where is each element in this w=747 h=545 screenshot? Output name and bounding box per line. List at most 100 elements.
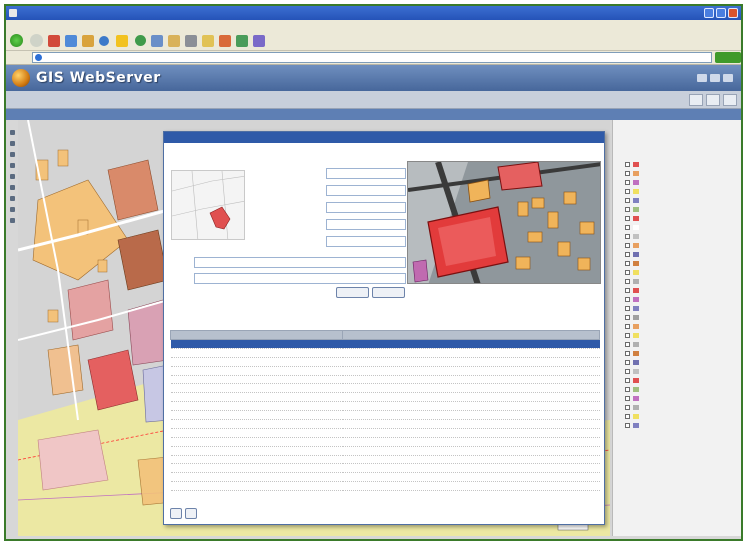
- print-map-icon[interactable]: [9, 196, 15, 201]
- layer-checkbox[interactable]: [625, 297, 630, 302]
- close-dialog-button[interactable]: [185, 508, 197, 519]
- refresh-icon[interactable]: [65, 34, 77, 47]
- print-icon[interactable]: [185, 34, 197, 47]
- field-input-3[interactable]: [326, 202, 406, 213]
- media-icon[interactable]: [135, 35, 146, 46]
- layer-item[interactable]: [625, 394, 741, 403]
- layer-checkbox[interactable]: [625, 387, 630, 392]
- edit-icon[interactable]: [202, 34, 214, 47]
- layer-checkbox[interactable]: [625, 252, 630, 257]
- apply-button[interactable]: [336, 287, 369, 298]
- maximize-button[interactable]: [716, 8, 726, 18]
- back-button[interactable]: [10, 34, 25, 47]
- layer-checkbox[interactable]: [625, 378, 630, 383]
- layer-checkbox[interactable]: [625, 369, 630, 374]
- table-row[interactable]: [170, 419, 600, 429]
- legend-icon[interactable]: [9, 218, 15, 223]
- zoom-out-icon[interactable]: [9, 152, 15, 157]
- select-button[interactable]: [170, 508, 182, 519]
- field-input-5[interactable]: [326, 236, 406, 247]
- table-row[interactable]: [170, 455, 600, 465]
- table-row[interactable]: [170, 401, 600, 412]
- header-button-1[interactable]: [697, 74, 707, 82]
- layer-item[interactable]: [625, 178, 741, 187]
- stop-icon[interactable]: [48, 34, 60, 47]
- history-icon[interactable]: [151, 34, 163, 47]
- table-row[interactable]: [170, 392, 600, 403]
- table-row[interactable]: [170, 348, 600, 358]
- layer-checkbox[interactable]: [625, 207, 630, 212]
- layer-item[interactable]: [625, 160, 741, 169]
- layer-item[interactable]: [625, 403, 741, 412]
- home-icon[interactable]: [82, 34, 94, 47]
- go-button[interactable]: [715, 52, 741, 63]
- zoom-in-icon[interactable]: [9, 141, 15, 146]
- layer-checkbox[interactable]: [625, 261, 630, 266]
- layer-item[interactable]: [625, 295, 741, 304]
- mail-icon[interactable]: [168, 34, 180, 47]
- layer-checkbox[interactable]: [625, 324, 630, 329]
- layer-item[interactable]: [625, 385, 741, 394]
- layer-item[interactable]: [625, 313, 741, 322]
- header-tab-3[interactable]: [723, 94, 737, 106]
- research-icon[interactable]: [253, 34, 265, 47]
- layer-item[interactable]: [625, 331, 741, 340]
- table-row[interactable]: [170, 446, 600, 456]
- layer-item[interactable]: [625, 250, 741, 259]
- layer-item[interactable]: [625, 421, 741, 430]
- name-input[interactable]: [194, 257, 406, 268]
- layer-checkbox[interactable]: [625, 180, 630, 185]
- messenger-icon[interactable]: [236, 34, 248, 47]
- layer-item[interactable]: [625, 205, 741, 214]
- forward-icon[interactable]: [30, 34, 43, 47]
- layer-checkbox[interactable]: [625, 423, 630, 428]
- layers-icon[interactable]: [9, 207, 15, 212]
- layer-checkbox[interactable]: [625, 243, 630, 248]
- layer-item[interactable]: [625, 412, 741, 421]
- header-tab-2[interactable]: [706, 94, 720, 106]
- field-input-4[interactable]: [326, 219, 406, 230]
- type-input[interactable]: [194, 273, 406, 284]
- layer-item[interactable]: [625, 232, 741, 241]
- layer-checkbox[interactable]: [625, 396, 630, 401]
- table-row[interactable]: [170, 472, 600, 483]
- layer-item[interactable]: [625, 358, 741, 367]
- layer-checkbox[interactable]: [625, 216, 630, 221]
- layer-checkbox[interactable]: [625, 198, 630, 203]
- layer-item[interactable]: [625, 259, 741, 268]
- table-row[interactable]: [170, 463, 600, 474]
- table-row[interactable]: [170, 437, 600, 447]
- layer-item[interactable]: [625, 196, 741, 205]
- table-row[interactable]: [170, 375, 600, 385]
- layer-item[interactable]: [625, 340, 741, 349]
- cancel-button[interactable]: [372, 287, 405, 298]
- layer-checkbox[interactable]: [625, 342, 630, 347]
- layer-item[interactable]: [625, 169, 741, 178]
- layer-item[interactable]: [625, 349, 741, 358]
- table-row[interactable]: [170, 383, 600, 394]
- layer-checkbox[interactable]: [625, 279, 630, 284]
- layer-checkbox[interactable]: [625, 171, 630, 176]
- layer-checkbox[interactable]: [625, 306, 630, 311]
- table-row[interactable]: [170, 481, 600, 492]
- field-input-2[interactable]: [326, 185, 406, 196]
- layer-item[interactable]: [625, 286, 741, 295]
- favorites-button[interactable]: [116, 34, 130, 47]
- table-row[interactable]: [170, 428, 600, 438]
- layer-item[interactable]: [625, 187, 741, 196]
- layer-checkbox[interactable]: [625, 315, 630, 320]
- layer-checkbox[interactable]: [625, 189, 630, 194]
- layer-checkbox[interactable]: [625, 351, 630, 356]
- column-header-value[interactable]: [342, 330, 600, 340]
- minimize-button[interactable]: [704, 8, 714, 18]
- layer-checkbox[interactable]: [625, 234, 630, 239]
- layer-checkbox[interactable]: [625, 162, 630, 167]
- layer-item[interactable]: [625, 367, 741, 376]
- layer-checkbox[interactable]: [625, 333, 630, 338]
- layer-item[interactable]: [625, 376, 741, 385]
- pan-icon[interactable]: [9, 130, 15, 135]
- layer-checkbox[interactable]: [625, 288, 630, 293]
- select-icon[interactable]: [9, 163, 15, 168]
- layer-item[interactable]: [625, 322, 741, 331]
- field-input-1[interactable]: [326, 168, 406, 179]
